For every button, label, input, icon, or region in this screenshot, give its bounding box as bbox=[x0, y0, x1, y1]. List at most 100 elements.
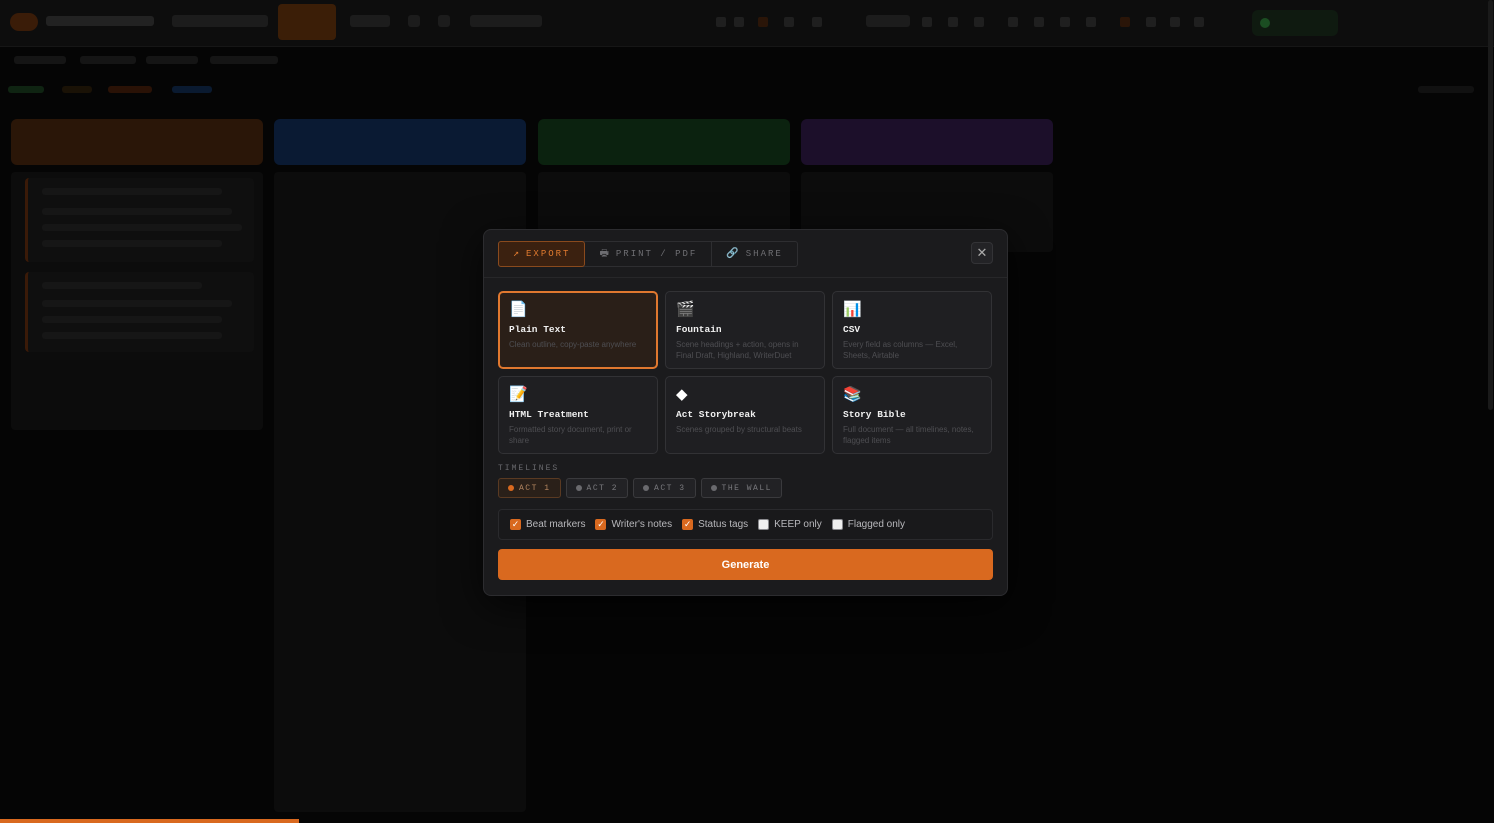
scene-card[interactable] bbox=[25, 272, 254, 352]
close-button[interactable]: ✕ bbox=[971, 242, 993, 264]
toolbar-icon[interactable] bbox=[1060, 17, 1070, 27]
timeline-chip-label: ACT 3 bbox=[654, 483, 686, 493]
format-description: Scene headings + action, opens in Final … bbox=[676, 340, 799, 360]
timeline-chip-label: ACT 1 bbox=[519, 483, 551, 493]
filter-chip[interactable] bbox=[146, 56, 198, 64]
option-label: KEEP only bbox=[774, 519, 822, 530]
column-header-act-2 bbox=[274, 119, 526, 165]
toolbar-icon[interactable] bbox=[1008, 17, 1018, 27]
status-pill[interactable] bbox=[1252, 10, 1338, 36]
column-header-act-1 bbox=[11, 119, 263, 165]
status-dot-icon bbox=[1260, 18, 1270, 28]
toolbar-item[interactable] bbox=[408, 15, 420, 27]
checkbox-checked[interactable]: ✓ bbox=[595, 519, 607, 530]
breadcrumb-item[interactable] bbox=[172, 86, 212, 93]
top-toolbar bbox=[0, 0, 1494, 47]
toolbar-icon[interactable] bbox=[1146, 17, 1156, 27]
tab-share-label: SHARE bbox=[745, 249, 783, 259]
format-description: Scenes grouped by structural beats bbox=[676, 425, 802, 434]
timeline-chip-act-1[interactable]: ACT 1 bbox=[498, 478, 561, 498]
timeline-dot-icon bbox=[710, 485, 717, 491]
export-options: ✓ Beat markers ✓ Writer's notes ✓ Status… bbox=[498, 509, 993, 540]
timeline-chip-label: THE WALL bbox=[721, 483, 772, 493]
tab-print-pdf[interactable]: 🖶 PRINT / PDF bbox=[585, 242, 713, 266]
toolbar-item[interactable] bbox=[438, 15, 450, 27]
format-card-story-bible[interactable]: 📚 Story Bible Full document — all timeli… bbox=[832, 376, 992, 454]
clapperboard-icon: 🎬 bbox=[676, 301, 695, 318]
toolbar-item[interactable] bbox=[350, 15, 390, 27]
filter-chip[interactable] bbox=[210, 56, 278, 64]
toolbar-search[interactable] bbox=[470, 15, 542, 27]
checkbox-unchecked[interactable] bbox=[831, 519, 843, 530]
tab-print-pdf-label: PRINT / PDF bbox=[615, 249, 698, 259]
toolbar-icon[interactable] bbox=[974, 17, 984, 27]
column-header-the-wall bbox=[801, 119, 1053, 165]
format-grid: 📄 Plain Text Clean outline, copy-paste a… bbox=[498, 291, 993, 454]
breadcrumb-item[interactable] bbox=[108, 86, 152, 93]
option-label: Beat markers bbox=[526, 519, 586, 530]
toolbar-icon[interactable] bbox=[1194, 17, 1204, 27]
toolbar-icon[interactable] bbox=[948, 17, 958, 27]
toolbar-icon[interactable] bbox=[922, 17, 932, 27]
format-description: Formatted story document, print or share bbox=[509, 425, 632, 445]
breadcrumb-item[interactable] bbox=[8, 86, 44, 93]
app-name-placeholder bbox=[46, 16, 154, 26]
column-act-1 bbox=[11, 172, 263, 430]
timeline-dot-icon bbox=[508, 485, 514, 491]
format-name: Plain Text bbox=[509, 324, 567, 335]
toolbar-icon[interactable] bbox=[1034, 17, 1044, 27]
filter-chip[interactable] bbox=[80, 56, 136, 64]
page-scrollbar[interactable] bbox=[1488, 0, 1493, 410]
timeline-chip-the-wall[interactable]: THE WALL bbox=[700, 478, 782, 498]
memo-icon: 📝 bbox=[509, 386, 528, 403]
format-description: Full document — all timelines, notes, fl… bbox=[843, 425, 974, 445]
scene-card[interactable] bbox=[25, 178, 254, 262]
breadcrumb-item[interactable] bbox=[62, 86, 92, 93]
format-name: Fountain bbox=[676, 324, 722, 335]
toolbar-icon[interactable] bbox=[1086, 17, 1096, 27]
option-status-tags[interactable]: ✓ Status tags bbox=[682, 519, 748, 530]
tab-export[interactable]: ↗ EXPORT bbox=[498, 241, 586, 267]
toolbar-icon[interactable] bbox=[1120, 17, 1130, 27]
link-icon: 🔗 bbox=[726, 249, 739, 260]
checkbox-checked[interactable]: ✓ bbox=[682, 519, 694, 530]
format-description: Clean outline, copy-paste anywhere bbox=[509, 340, 637, 349]
filter-chip[interactable] bbox=[14, 56, 66, 64]
option-label: Flagged only bbox=[847, 519, 906, 530]
timeline-chips: ACT 1 ACT 2 ACT 3 THE WALL bbox=[498, 478, 782, 498]
generate-button[interactable]: Generate bbox=[498, 549, 993, 580]
format-name: Act Storybreak bbox=[676, 409, 756, 420]
format-card-act-storybreak[interactable]: ◆ Act Storybreak Scenes grouped by struc… bbox=[665, 376, 825, 454]
option-label: Writer's notes bbox=[611, 519, 673, 530]
option-keep-only[interactable]: KEEP only bbox=[758, 519, 822, 530]
toolbar-menu[interactable] bbox=[172, 15, 268, 27]
view-toggle[interactable] bbox=[1418, 86, 1474, 93]
option-writers-notes[interactable]: ✓ Writer's notes bbox=[595, 519, 672, 530]
timeline-chip-act-3[interactable]: ACT 3 bbox=[633, 478, 696, 498]
toolbar-icon[interactable] bbox=[784, 17, 794, 27]
checkbox-unchecked[interactable] bbox=[758, 519, 770, 530]
option-beat-markers[interactable]: ✓ Beat markers bbox=[510, 519, 585, 530]
format-card-csv[interactable]: 📊 CSV Every field as columns — Excel, Sh… bbox=[832, 291, 992, 369]
bar-chart-icon: 📊 bbox=[843, 301, 862, 318]
toolbar-icon[interactable] bbox=[758, 17, 768, 27]
toolbar-icon[interactable] bbox=[734, 17, 744, 27]
toolbar-icon[interactable] bbox=[716, 17, 726, 27]
format-card-fountain[interactable]: 🎬 Fountain Scene headings + action, open… bbox=[665, 291, 825, 369]
option-flagged-only[interactable]: Flagged only bbox=[831, 519, 906, 530]
format-card-html-treatment[interactable]: 📝 HTML Treatment Formatted story documen… bbox=[498, 376, 658, 454]
format-card-plain-text[interactable]: 📄 Plain Text Clean outline, copy-paste a… bbox=[498, 291, 658, 369]
timeline-chip-act-2[interactable]: ACT 2 bbox=[565, 478, 629, 498]
tab-share[interactable]: 🔗 SHARE bbox=[712, 242, 796, 266]
progress-bar bbox=[0, 819, 299, 823]
column-act-3 bbox=[538, 172, 790, 232]
toolbar-icon[interactable] bbox=[812, 17, 822, 27]
option-label: Status tags bbox=[698, 519, 749, 530]
checkbox-checked[interactable]: ✓ bbox=[510, 519, 521, 530]
toolbar-item[interactable] bbox=[866, 15, 910, 27]
toolbar-active-button[interactable] bbox=[278, 4, 336, 40]
format-name: HTML Treatment bbox=[509, 409, 589, 420]
timeline-dot-icon bbox=[575, 485, 582, 491]
toolbar-icon[interactable] bbox=[1170, 17, 1180, 27]
export-arrow-icon: ↗ bbox=[513, 249, 520, 260]
